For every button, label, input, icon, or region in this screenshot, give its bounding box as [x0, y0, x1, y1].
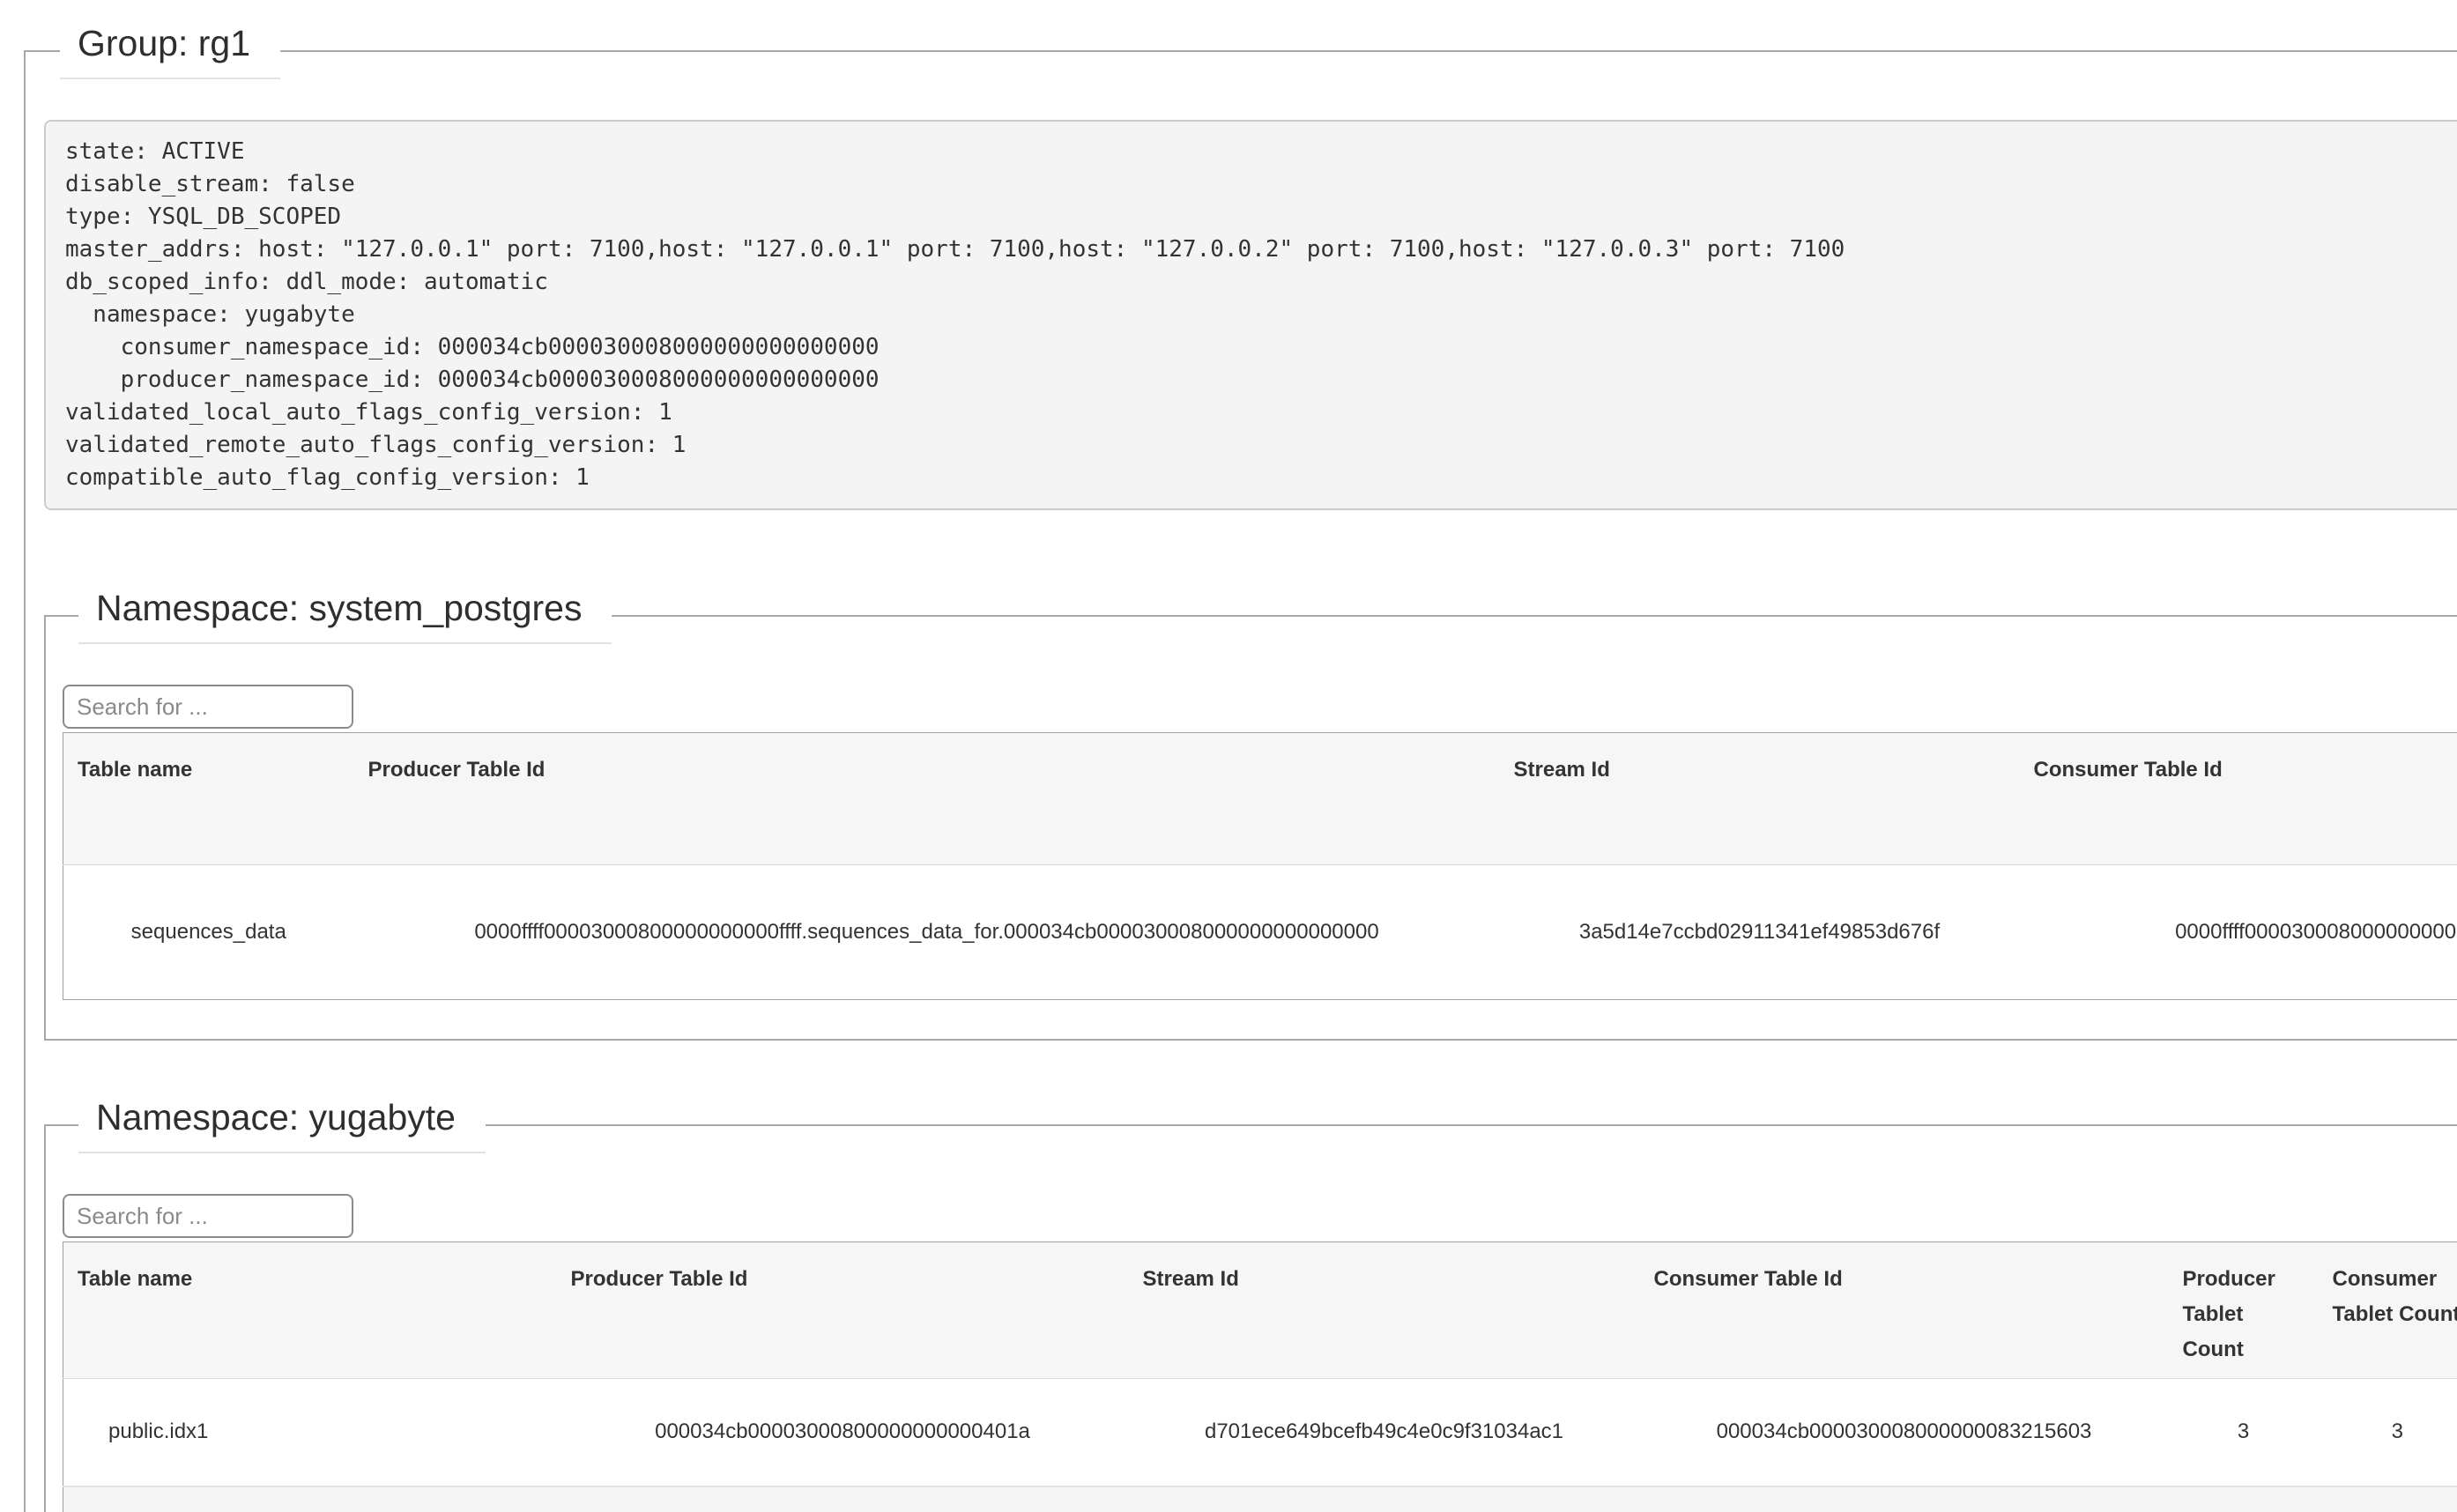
cell-consumer-tablet-count: 3: [2319, 1379, 2457, 1486]
column-header-consumer-table-id[interactable]: Consumer Table Id: [2020, 733, 2457, 865]
column-header-table-name[interactable]: Table name: [63, 1242, 557, 1379]
cell-table-name: public.idx1: [63, 1379, 557, 1486]
column-header-stream-id[interactable]: Stream Id: [1129, 1242, 1640, 1379]
replication-group-legend: Group: rg1: [60, 23, 280, 79]
column-header-stream-id[interactable]: Stream Id: [1500, 733, 2020, 865]
column-header-producer-tablet-count[interactable]: Producer Tablet Count: [2169, 1242, 2319, 1379]
table-header-row: Table name Producer Table Id Stream Id C…: [63, 733, 2457, 865]
search-input-system-postgres[interactable]: [63, 685, 353, 729]
search-input-yugabyte[interactable]: [63, 1194, 353, 1238]
table-row-sequences-data: sequences_data 0000ffff00003000800000000…: [63, 865, 2457, 1000]
column-header-producer-table-id[interactable]: Producer Table Id: [557, 1242, 1129, 1379]
column-header-table-name[interactable]: Table name: [63, 733, 354, 865]
cell-consumer-table-id: 0000ffff00003000800000000000ffff.sequenc…: [2020, 865, 2457, 1000]
namespace-section-yugabyte: Namespace: yugabyte Table name Producer …: [44, 1097, 2457, 1512]
replication-group-title: Group: rg1: [60, 23, 280, 79]
table-row-public-idx1: public.idx1 000034cb00003000800000000000…: [63, 1379, 2457, 1486]
table-header-row: Table name Producer Table Id Stream Id C…: [63, 1242, 2457, 1379]
cell-producer-table-id: 000034cb00003000800000000000401a: [557, 1379, 1129, 1486]
namespace-legend: Namespace: system_postgres: [78, 588, 612, 644]
column-header-consumer-table-id[interactable]: Consumer Table Id: [1640, 1242, 2169, 1379]
replication-group-config-text: state: ACTIVE disable_stream: false type…: [44, 120, 2457, 510]
cell-stream-id: 3a5d14e7ccbd02911341ef49853d676f: [1500, 865, 2020, 1000]
replication-table-system-postgres: Table name Producer Table Id Stream Id C…: [63, 732, 2457, 1000]
replication-group-section: Group: rg1 state: ACTIVE disable_stream:…: [24, 23, 2457, 1512]
replication-table-yugabyte: Table name Producer Table Id Stream Id C…: [63, 1241, 2457, 1512]
namespace-title-system-postgres: Namespace: system_postgres: [78, 588, 612, 644]
column-header-producer-table-id[interactable]: Producer Table Id: [354, 733, 1500, 865]
cell-consumer-table-id: 000034cb000030008000000083215603: [1640, 1379, 2169, 1486]
cell-producer-tablet-count: 3: [2169, 1379, 2319, 1486]
namespace-title-yugabyte: Namespace: yugabyte: [78, 1097, 486, 1153]
column-header-consumer-tablet-count[interactable]: Consumer Tablet Count: [2319, 1242, 2457, 1379]
cell-stream-id: d701ece649bcefb49c4e0c9f31034ac1: [1129, 1379, 1640, 1486]
cell-table-name: sequences_data: [63, 865, 354, 1000]
namespace-section-system-postgres: Namespace: system_postgres Table name Pr…: [44, 588, 2457, 1041]
table-row-partial: [63, 1486, 2457, 1512]
cell-producer-table-id: 0000ffff00003000800000000000ffff.sequenc…: [354, 865, 1500, 1000]
namespace-legend: Namespace: yugabyte: [78, 1097, 486, 1153]
